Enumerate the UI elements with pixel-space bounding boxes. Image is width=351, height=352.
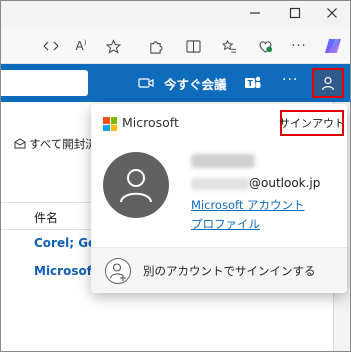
maximize-icon[interactable] (276, 2, 314, 24)
column-header: 件名 (0, 202, 96, 230)
other-account-signin[interactable]: 別のアカウントでサインインする (91, 247, 347, 293)
favorite-star-icon[interactable] (102, 35, 124, 57)
meet-now-button[interactable]: 今すぐ会議 (164, 74, 227, 93)
teams-icon[interactable]: T (244, 74, 262, 92)
svg-text:T: T (248, 79, 254, 88)
split-screen-icon[interactable] (182, 35, 204, 57)
email-domain: @outlook.jp (249, 176, 321, 190)
envelope-open-icon (14, 138, 26, 149)
video-camera-icon[interactable] (138, 75, 154, 91)
copilot-icon[interactable] (322, 35, 344, 57)
microsoft-account-link[interactable]: Microsoft アカウント (191, 197, 305, 213)
other-account-label: 別のアカウントでサインインする (143, 264, 316, 278)
mark-all-read-label: すべて開封済 (29, 137, 97, 151)
account-popup: Microsoft サインアウト @outlook.jp Microsoft ア… (91, 104, 347, 293)
redacted-user-name (191, 154, 255, 168)
brand-label: Microsoft (122, 115, 179, 130)
add-person-icon (105, 258, 131, 284)
close-icon[interactable] (313, 2, 351, 24)
outlook-header: 今すぐ会議 T ··· (0, 64, 351, 102)
account-avatar-button[interactable] (312, 68, 344, 98)
extensions-icon[interactable] (144, 35, 166, 57)
settings-more-icon[interactable]: ··· (288, 35, 310, 57)
person-icon (321, 76, 335, 91)
profile-link[interactable]: プロファイル (191, 216, 260, 232)
microsoft-logo-icon (103, 117, 117, 131)
reader-view-icon[interactable] (40, 35, 62, 57)
collections-icon[interactable] (218, 35, 240, 57)
read-aloud-icon[interactable]: A) (70, 35, 92, 57)
redacted-email-user (191, 178, 249, 190)
sign-out-button[interactable]: サインアウト (279, 110, 345, 136)
person-icon (120, 169, 152, 203)
minimize-icon[interactable] (236, 2, 274, 24)
avatar (103, 152, 169, 218)
mark-all-read-button[interactable]: すべて開封済 (14, 136, 97, 152)
column-subject-label[interactable]: 件名 (34, 209, 58, 226)
browser-title-bar (0, 0, 351, 28)
browser-essentials-icon[interactable] (254, 35, 276, 57)
more-options-button[interactable]: ··· (282, 72, 298, 88)
browser-toolbar: A) ··· (0, 28, 351, 64)
search-input[interactable] (0, 70, 88, 96)
